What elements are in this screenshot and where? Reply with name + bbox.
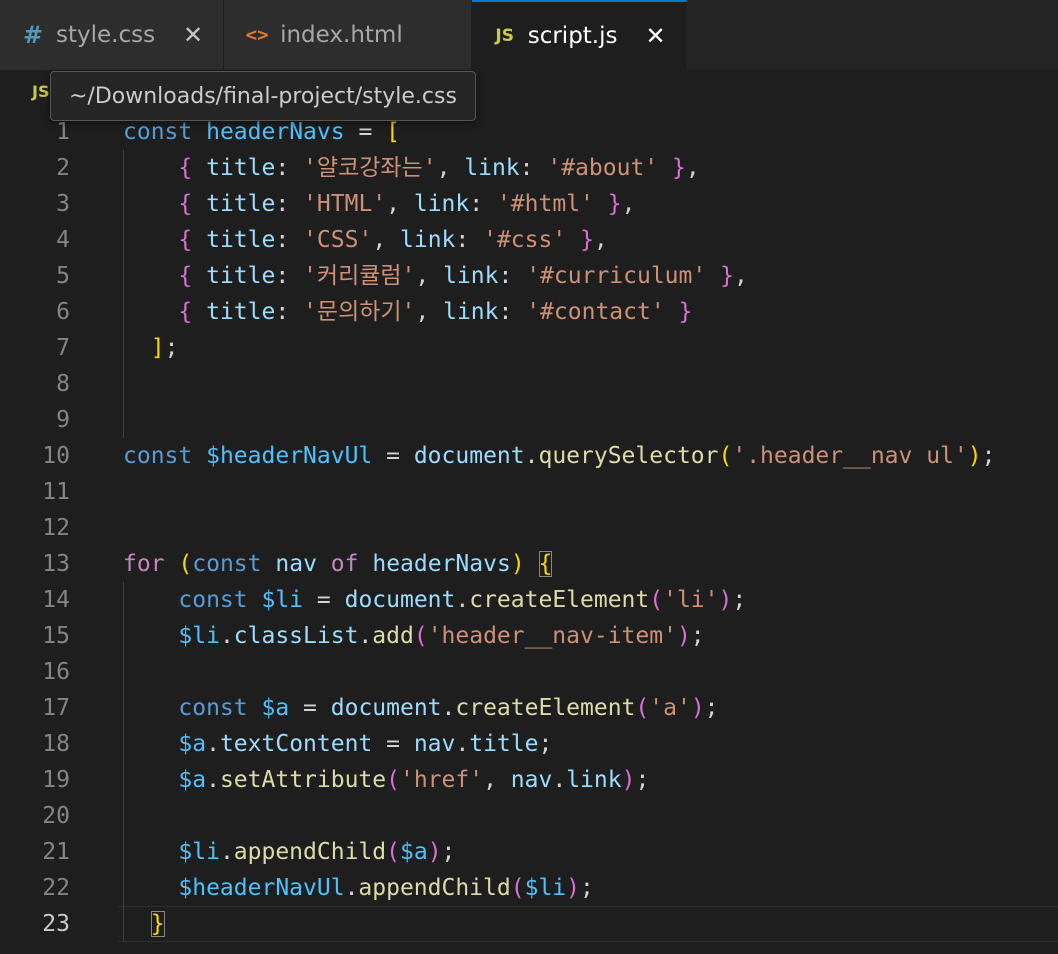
code-line[interactable]: 23 } bbox=[0, 906, 1058, 942]
code-line[interactable]: 9 bbox=[0, 402, 1058, 438]
line-number: 21 bbox=[42, 839, 70, 865]
code-line[interactable]: 2 { title: '얄코강좌는', link: '#about' }, bbox=[0, 150, 1058, 186]
file-path-tooltip: ~/Downloads/final-project/style.css bbox=[50, 71, 476, 121]
editor-tab-bar: # style.css ✕ <> index.html JS script.js… bbox=[0, 0, 1058, 70]
tab-script-js[interactable]: JS script.js ✕ bbox=[471, 0, 687, 70]
close-icon[interactable]: ✕ bbox=[181, 21, 205, 49]
line-number: 4 bbox=[56, 227, 70, 253]
code-line[interactable]: 15 $li.classList.add('header__nav-item')… bbox=[0, 618, 1058, 654]
code-line[interactable]: 21 $li.appendChild($a); bbox=[0, 834, 1058, 870]
indent-guide bbox=[123, 150, 124, 438]
tab-index-html[interactable]: <> index.html bbox=[224, 0, 472, 70]
code-text: } bbox=[150, 911, 165, 937]
code-text: ]; bbox=[150, 335, 179, 361]
code-text: const $a = document.createElement('a'); bbox=[178, 695, 719, 721]
tab-label: script.js bbox=[527, 23, 618, 49]
line-number: 20 bbox=[42, 803, 70, 829]
code-line[interactable]: 7 ]; bbox=[0, 330, 1058, 366]
code-line[interactable]: 11 bbox=[0, 474, 1058, 510]
code-line[interactable]: 19 $a.setAttribute('href', nav.link); bbox=[0, 762, 1058, 798]
line-number: 5 bbox=[56, 263, 70, 289]
line-number: 9 bbox=[56, 407, 70, 433]
code-text: { title: 'CSS', link: '#css' }, bbox=[178, 227, 608, 253]
code-line[interactable]: 20 bbox=[0, 798, 1058, 834]
line-number: 7 bbox=[56, 335, 70, 361]
line-number: 16 bbox=[42, 659, 70, 685]
code-text: $li.appendChild($a); bbox=[178, 839, 456, 865]
code-line[interactable]: 3 { title: 'HTML', link: '#html' }, bbox=[0, 186, 1058, 222]
line-number: 15 bbox=[42, 623, 70, 649]
code-line[interactable]: 22 $headerNavUl.appendChild($li); bbox=[0, 870, 1058, 906]
line-number: 3 bbox=[56, 191, 70, 217]
tab-label: style.css bbox=[56, 22, 156, 48]
code-text: $a.setAttribute('href', nav.link); bbox=[178, 767, 650, 793]
code-line[interactable]: 13 for (const nav of headerNavs) { bbox=[0, 546, 1058, 582]
code-line[interactable]: 5 { title: '커리큘럼', link: '#curriculum' }… bbox=[0, 258, 1058, 294]
code-line[interactable]: 14 const $li = document.createElement('l… bbox=[0, 582, 1058, 618]
line-number: 18 bbox=[42, 731, 70, 757]
line-number: 17 bbox=[42, 695, 70, 721]
code-text: for (const nav of headerNavs) { bbox=[123, 551, 553, 577]
close-icon-hidden[interactable] bbox=[429, 23, 453, 47]
code-text: const $li = document.createElement('li')… bbox=[178, 587, 747, 613]
code-text: $a.textContent = nav.title; bbox=[178, 731, 553, 757]
js-file-icon[interactable]: JS bbox=[32, 82, 49, 101]
line-number: 19 bbox=[42, 767, 70, 793]
code-editor[interactable]: 1 const headerNavs = [2 { title: '얄코강좌는',… bbox=[0, 114, 1058, 954]
code-text: { title: 'HTML', link: '#html' }, bbox=[178, 191, 636, 217]
code-line[interactable]: 12 bbox=[0, 510, 1058, 546]
line-number: 6 bbox=[56, 299, 70, 325]
code-line[interactable]: 17 const $a = document.createElement('a'… bbox=[0, 690, 1058, 726]
code-text: { title: '커리큘럼', link: '#curriculum' }, bbox=[178, 263, 748, 289]
line-number: 2 bbox=[56, 155, 70, 181]
code-line[interactable]: 16 bbox=[0, 654, 1058, 690]
code-line[interactable]: 6 { title: '문의하기', link: '#contact' } bbox=[0, 294, 1058, 330]
line-number: 13 bbox=[42, 551, 70, 577]
line-number: 12 bbox=[42, 515, 70, 541]
indent-guide bbox=[123, 582, 124, 942]
line-number: 14 bbox=[42, 587, 70, 613]
js-file-icon: JS bbox=[495, 26, 514, 46]
code-text: { title: '문의하기', link: '#contact' } bbox=[178, 299, 693, 325]
tab-label: index.html bbox=[280, 22, 403, 48]
line-number: 11 bbox=[42, 479, 70, 505]
close-icon[interactable]: ✕ bbox=[644, 22, 668, 50]
css-hash-icon: # bbox=[22, 21, 44, 49]
line-number: 22 bbox=[42, 875, 70, 901]
tab-style-css[interactable]: # style.css ✕ bbox=[0, 0, 225, 70]
code-line[interactable]: 8 bbox=[0, 366, 1058, 402]
code-text: $headerNavUl.appendChild($li); bbox=[178, 875, 594, 901]
line-number: 10 bbox=[42, 443, 70, 469]
line-number: 8 bbox=[56, 371, 70, 397]
code-line[interactable]: 4 { title: 'CSS', link: '#css' }, bbox=[0, 222, 1058, 258]
code-text: const $headerNavUl = document.querySelec… bbox=[123, 443, 996, 469]
code-text: { title: '얄코강좌는', link: '#about' }, bbox=[178, 155, 700, 181]
line-number: 23 bbox=[42, 911, 70, 937]
code-line[interactable]: 18 $a.textContent = nav.title; bbox=[0, 726, 1058, 762]
html-brackets-icon: <> bbox=[245, 24, 269, 46]
code-line[interactable]: 10 const $headerNavUl = document.querySel… bbox=[0, 438, 1058, 474]
code-text: $li.classList.add('header__nav-item'); bbox=[178, 623, 705, 649]
